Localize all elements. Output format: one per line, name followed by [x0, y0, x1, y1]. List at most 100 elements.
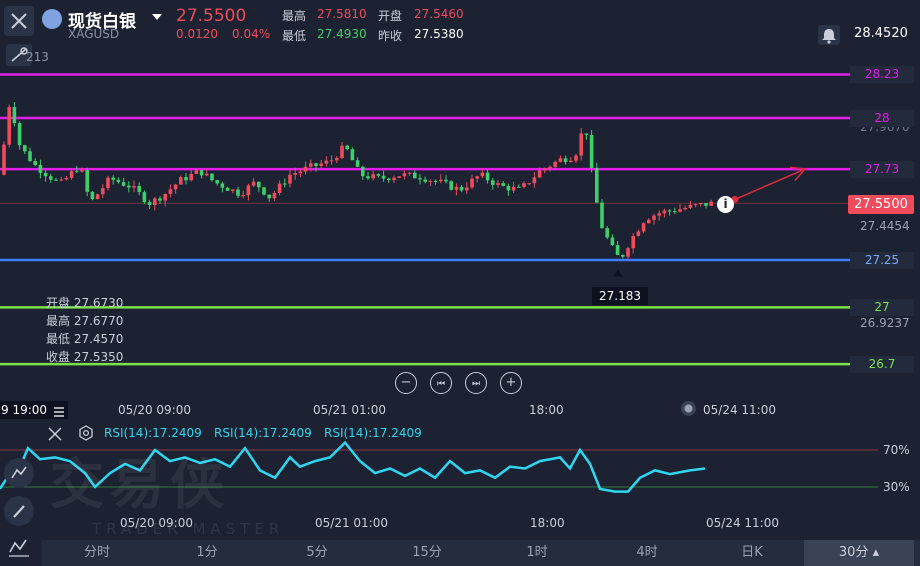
candle-body [693, 204, 698, 206]
candle-body [465, 187, 469, 191]
candle-body [205, 173, 209, 176]
candle-body [324, 160, 329, 164]
axis-label-mid: 27.4454 [860, 219, 910, 233]
candle-body [345, 145, 349, 150]
candle-body [563, 158, 568, 163]
candle-body [366, 176, 370, 179]
candle-body [251, 181, 256, 186]
time-label-1: 05/20 09:00 [118, 403, 191, 417]
candle-body [667, 210, 672, 212]
candle-body [381, 175, 386, 179]
plus-icon: + [505, 375, 517, 390]
close-button[interactable] [4, 6, 34, 36]
tab-30min[interactable]: 30分 ▴ [804, 540, 914, 566]
replay-icon[interactable] [681, 401, 696, 416]
candle-body [605, 228, 609, 238]
tab-15min[interactable]: 15分 [372, 540, 482, 566]
candle-body [413, 172, 417, 179]
top-price-label: 28.4520 [848, 24, 914, 44]
candle-body [397, 176, 401, 178]
candle-body [231, 189, 235, 191]
info-icon[interactable]: i [717, 196, 734, 213]
candle-body [277, 183, 282, 193]
candle-body [678, 209, 682, 212]
close-icon [11, 13, 27, 29]
candle-body [309, 163, 313, 167]
chart-type-button[interactable] [4, 458, 34, 488]
candle-body [158, 198, 162, 201]
tab-4hour[interactable]: 4时 [592, 540, 702, 566]
tab-fenshi[interactable]: 分时 [42, 540, 152, 566]
candle-body [595, 168, 599, 203]
candle-body [569, 160, 573, 163]
tab-1min[interactable]: 1分 [152, 540, 262, 566]
candle-body [168, 189, 173, 195]
candle-body [459, 186, 464, 191]
candle-body [647, 219, 651, 224]
candle-body [423, 179, 427, 182]
candle-body [428, 180, 433, 182]
candle-body [636, 231, 641, 236]
candle-body [589, 134, 594, 169]
candlestick-chart[interactable] [0, 60, 920, 370]
candle-body [298, 171, 303, 174]
tab-5min[interactable]: 5分 [262, 540, 372, 566]
rsi-time-label-2: 05/21 01:00 [315, 516, 388, 530]
indicator-button[interactable] [4, 534, 34, 560]
candle-body [626, 248, 630, 257]
tab-1hour[interactable]: 1时 [482, 540, 592, 566]
candle-body [163, 194, 167, 201]
indicator-icon [9, 539, 29, 557]
instrument-symbol: XAGUSD [68, 27, 120, 41]
candle-body [121, 182, 126, 186]
chevron-down-icon[interactable] [152, 14, 162, 20]
candle-body [225, 187, 230, 191]
candle-body [69, 171, 74, 178]
ohlc-open: 开盘 27.6730 [46, 296, 124, 310]
trend-arrow[interactable] [734, 168, 806, 201]
candle-body [137, 186, 141, 193]
rsi-level-30: 30% [883, 480, 910, 494]
candle-body [111, 177, 115, 180]
level-tag-2: 27.73 [850, 161, 914, 179]
draw-button[interactable] [4, 496, 34, 526]
candle-body [704, 203, 708, 206]
alert-button[interactable] [818, 25, 840, 45]
scroll-start-button[interactable]: ⏮ [430, 372, 452, 394]
time-cursor-label: 9 19:00 [1, 403, 48, 417]
scroll-end-button[interactable]: ⏭ [465, 372, 487, 394]
candle-body [303, 166, 308, 172]
candle-body [361, 166, 365, 177]
level-tag-1: 28 [850, 110, 914, 127]
level-tag-4: 27 [850, 299, 914, 317]
candle-body [418, 178, 422, 180]
candle-body [340, 145, 344, 159]
axis-label-lower: 26.9237 [860, 316, 910, 330]
candle-body [199, 170, 204, 176]
candle-body [439, 179, 443, 182]
line-chart-icon [11, 466, 27, 479]
candle-body [574, 155, 578, 161]
candle-body [392, 177, 396, 181]
zoom-out-button[interactable]: − [395, 372, 417, 394]
low-value: 27.4930 [317, 27, 367, 41]
candle-body [272, 192, 277, 199]
candle-body [558, 158, 563, 162]
candle-body [59, 179, 63, 181]
low-marker-label: 27.183 [592, 287, 648, 305]
candle-body [537, 170, 542, 178]
candle-body [241, 195, 245, 197]
candle-body [184, 177, 188, 181]
rsi-time-label-4: 05/24 11:00 [706, 516, 779, 530]
candle-body [194, 170, 199, 174]
candle-body [17, 123, 22, 146]
menu-icon[interactable] [52, 403, 66, 417]
zoom-in-button[interactable]: + [500, 372, 522, 394]
tab-daily[interactable]: 日K [702, 540, 802, 566]
open-label: 开盘 [378, 9, 403, 23]
candle-body [662, 210, 667, 214]
candle-body [491, 180, 495, 185]
candle-body [210, 173, 214, 181]
timeframe-tabs: 分时 1分 5分 15分 1时 4时 日K 30分 ▴ [42, 540, 920, 566]
candle-body [621, 254, 625, 257]
